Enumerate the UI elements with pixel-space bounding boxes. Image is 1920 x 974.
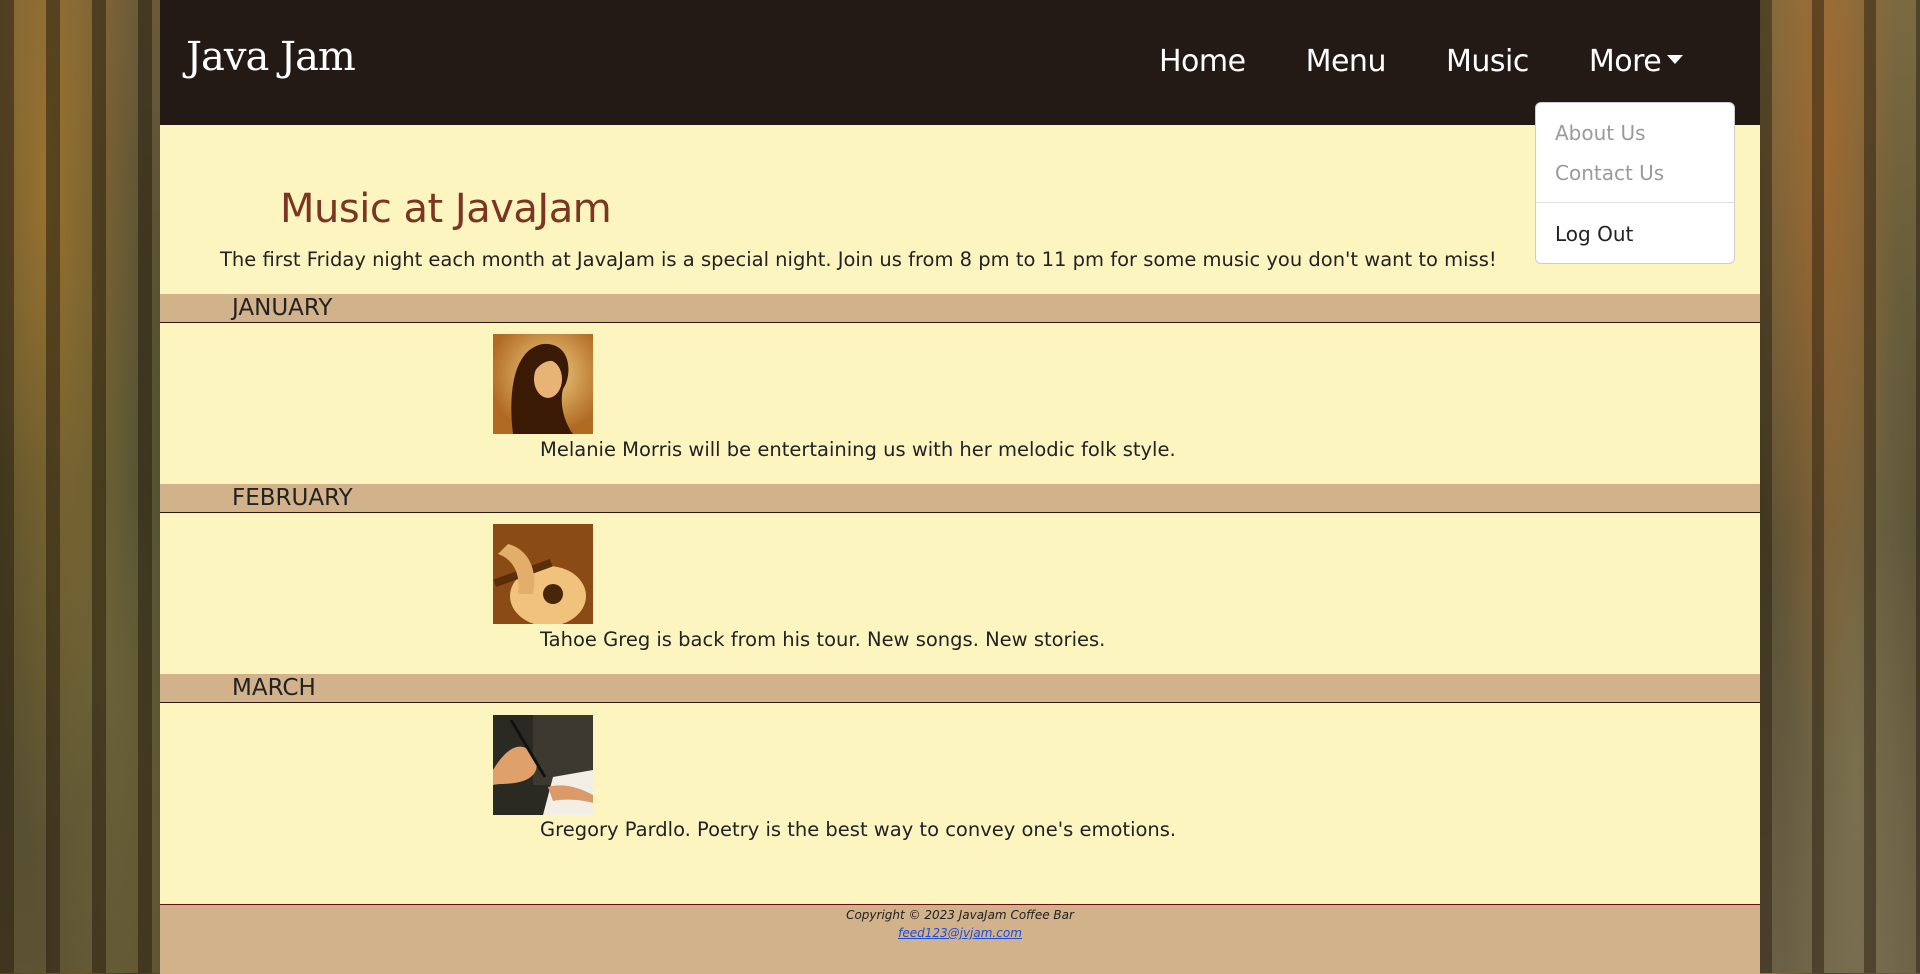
dropdown-divider [1536,202,1734,203]
january-caption: Melanie Morris will be entertaining us w… [540,438,1176,461]
march-caption: Gregory Pardlo. Poetry is the best way t… [540,818,1177,841]
main-nav: Home Menu Music More [1159,44,1684,79]
page-container: Java Jam Home Menu Music More About Us C… [160,0,1760,974]
performer-photo-writing [493,715,593,815]
performer-photo-guitar [493,524,593,624]
nav-more-label: More [1588,44,1662,79]
forest-background-left [0,0,160,973]
month-name: FEBRUARY [232,485,353,511]
nav-menu-link[interactable]: Menu [1306,44,1387,79]
footer-email-link[interactable]: feed123@jvjam.com [160,926,1760,940]
month-name: MARCH [232,675,316,701]
nav-music-link[interactable]: Music [1446,44,1529,79]
footer-copyright: Copyright © 2023 JavaJam Coffee Bar [846,908,1074,922]
site-header: Java Jam Home Menu Music More [160,0,1760,125]
february-caption: Tahoe Greg is back from his tour. New so… [540,628,1106,651]
month-name: JANUARY [232,295,333,321]
month-header-january: JANUARY [160,294,1760,323]
caret-down-icon [1667,55,1684,64]
forest-background-right [1760,0,1920,973]
nav-home-link[interactable]: Home [1159,44,1246,79]
site-logo[interactable]: Java Jam [186,34,356,80]
intro-text: The first Friday night each month at Jav… [220,248,1497,271]
dropdown-about-us[interactable]: About Us [1555,121,1646,145]
month-header-march: MARCH [160,674,1760,703]
more-dropdown-menu: About Us Contact Us Log Out [1535,102,1735,264]
site-footer: Copyright © 2023 JavaJam Coffee Bar feed… [160,904,1760,974]
performer-photo-woman-singer [493,334,593,434]
month-header-february: FEBRUARY [160,484,1760,513]
dropdown-log-out[interactable]: Log Out [1555,222,1633,246]
page-title: Music at JavaJam [280,186,612,232]
dropdown-contact-us[interactable]: Contact Us [1555,161,1664,185]
nav-more-dropdown-toggle[interactable]: More [1588,44,1684,79]
